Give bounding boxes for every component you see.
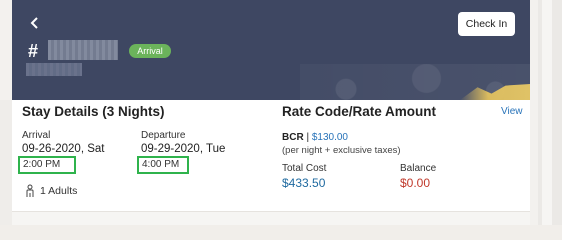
balance-value: $0.00 [400, 176, 431, 190]
rate-separator: | [303, 132, 312, 143]
total-cost-label: Total Cost [282, 163, 327, 174]
departure-label: Departure [141, 130, 186, 141]
redacted-confirmation-number [48, 40, 118, 60]
scrollbar-track[interactable] [538, 0, 562, 225]
departure-time: 4:00 PM [137, 156, 189, 174]
check-in-button[interactable]: Check In [458, 12, 515, 36]
reservation-page: Check In # Arrival Stay Details (3 Night… [0, 0, 562, 225]
back-button[interactable] [28, 16, 42, 30]
card-footer-gap [12, 212, 530, 225]
guests-count: 1 Adults [40, 185, 78, 197]
view-rate-link[interactable]: View [501, 106, 523, 117]
arrival-date: 09-26-2020, Sat [22, 143, 105, 155]
person-icon [26, 184, 34, 197]
reservation-hash: # [28, 41, 39, 61]
departure-date: 09-29-2020, Tue [141, 143, 226, 155]
rate-title: Rate Code/Rate Amount [282, 104, 437, 119]
rate-code-line: BCR | $130.00 [282, 132, 348, 143]
redacted-guest-name [26, 63, 82, 76]
scrollbar-thumb[interactable] [542, 0, 552, 225]
stay-details-title: Stay Details (3 Nights) [22, 104, 165, 119]
balance-label: Balance [400, 163, 437, 174]
rate-note: (per night + exclusive taxes) [282, 145, 401, 156]
total-cost-value: $433.50 [282, 176, 326, 190]
chevron-left-icon [30, 17, 38, 29]
arrival-time: 2:00 PM [18, 156, 76, 174]
left-gutter [0, 100, 12, 225]
rate-amount: $130.00 [311, 132, 348, 143]
status-badge: Arrival [129, 44, 171, 58]
arrival-label: Arrival [22, 130, 51, 141]
rate-code: BCR [282, 132, 304, 143]
